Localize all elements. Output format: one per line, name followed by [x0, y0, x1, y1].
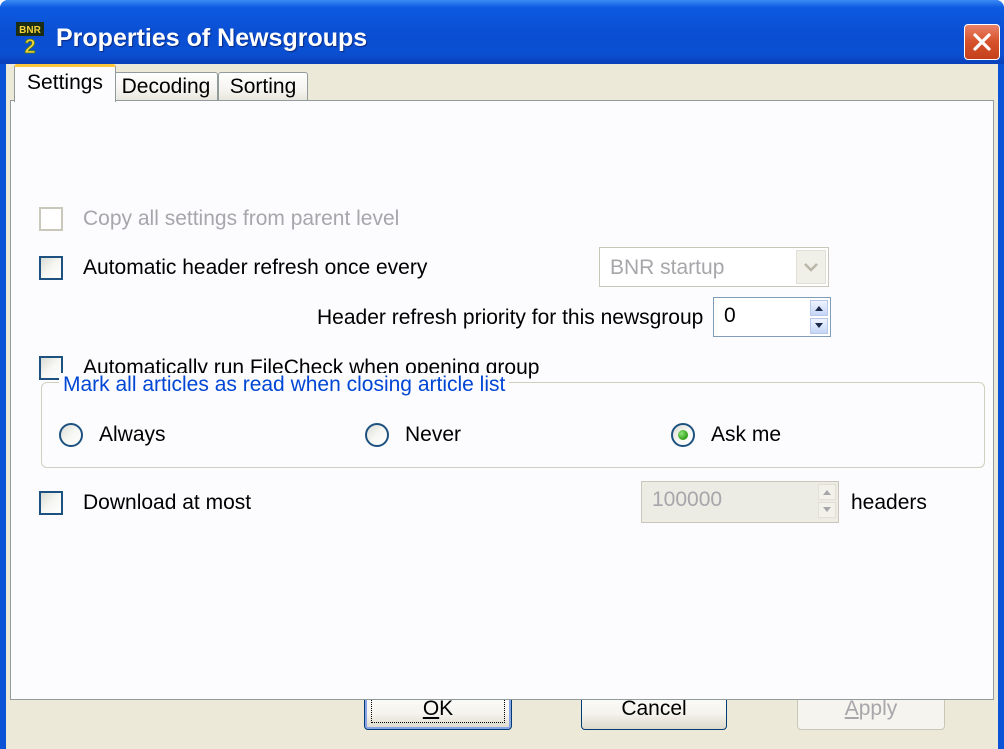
window-title: Properties of Newsgroups	[56, 24, 368, 52]
radio-always-label: Always	[99, 423, 166, 446]
tab-settings[interactable]: Settings	[14, 64, 116, 102]
dialog-client-area: Settings Decoding Sorting Copy all setti…	[6, 64, 998, 749]
spin-up-icon[interactable]	[818, 484, 836, 500]
close-button[interactable]	[964, 24, 1000, 60]
radio-ask-me-label: Ask me	[711, 423, 782, 446]
radio-never[interactable]	[365, 423, 389, 447]
tab-decoding[interactable]: Decoding	[114, 72, 218, 102]
headers-suffix-label: headers	[851, 491, 927, 514]
radio-never-label: Never	[405, 423, 462, 446]
spin-up-icon[interactable]	[810, 300, 828, 316]
title-bar[interactable]: BNR 2 Properties of Newsgroups	[0, 0, 1004, 64]
priority-label: Header refresh priority for this newsgro…	[317, 306, 704, 329]
properties-dialog: BNR 2 Properties of Newsgroups Settings …	[0, 0, 1004, 749]
settings-panel: Copy all settings from parent level Auto…	[10, 100, 994, 700]
tab-sorting[interactable]: Sorting	[218, 72, 308, 102]
radio-selected-dot	[678, 430, 688, 440]
chevron-down-icon[interactable]	[796, 250, 826, 284]
priority-spinner[interactable]: 0	[713, 297, 831, 337]
ok-mnemonic: O	[422, 697, 440, 720]
radio-ask-me[interactable]	[671, 423, 695, 447]
cancel-label: Cancel	[621, 697, 687, 720]
copy-parent-label: Copy all settings from parent level	[83, 207, 400, 230]
copy-parent-checkbox[interactable]	[39, 207, 63, 231]
spin-down-icon[interactable]	[810, 318, 828, 334]
app-icon-bottom-text: 2	[24, 36, 35, 54]
download-at-most-checkbox[interactable]	[39, 491, 63, 515]
apply-mnemonic: A	[844, 697, 859, 720]
mark-read-legend: Mark all articles as read when closing a…	[59, 373, 510, 397]
ok-label-rest: K	[439, 697, 454, 720]
refresh-interval-select[interactable]: BNR startup	[599, 247, 829, 287]
download-count-value: 100000	[652, 488, 723, 511]
auto-refresh-label: Automatic header refresh once every	[83, 256, 428, 279]
download-count-spinner[interactable]: 100000	[641, 481, 839, 523]
priority-value: 0	[724, 304, 736, 327]
close-icon	[973, 33, 991, 51]
bnr2-app-icon: BNR 2	[16, 22, 44, 58]
download-at-most-label: Download at most	[83, 491, 252, 514]
radio-always[interactable]	[59, 423, 83, 447]
apply-label-rest: pply	[858, 697, 898, 720]
spin-down-icon[interactable]	[818, 502, 836, 518]
app-icon-top-text: BNR	[19, 25, 41, 36]
refresh-interval-value: BNR startup	[610, 256, 725, 279]
auto-refresh-checkbox[interactable]	[39, 256, 63, 280]
